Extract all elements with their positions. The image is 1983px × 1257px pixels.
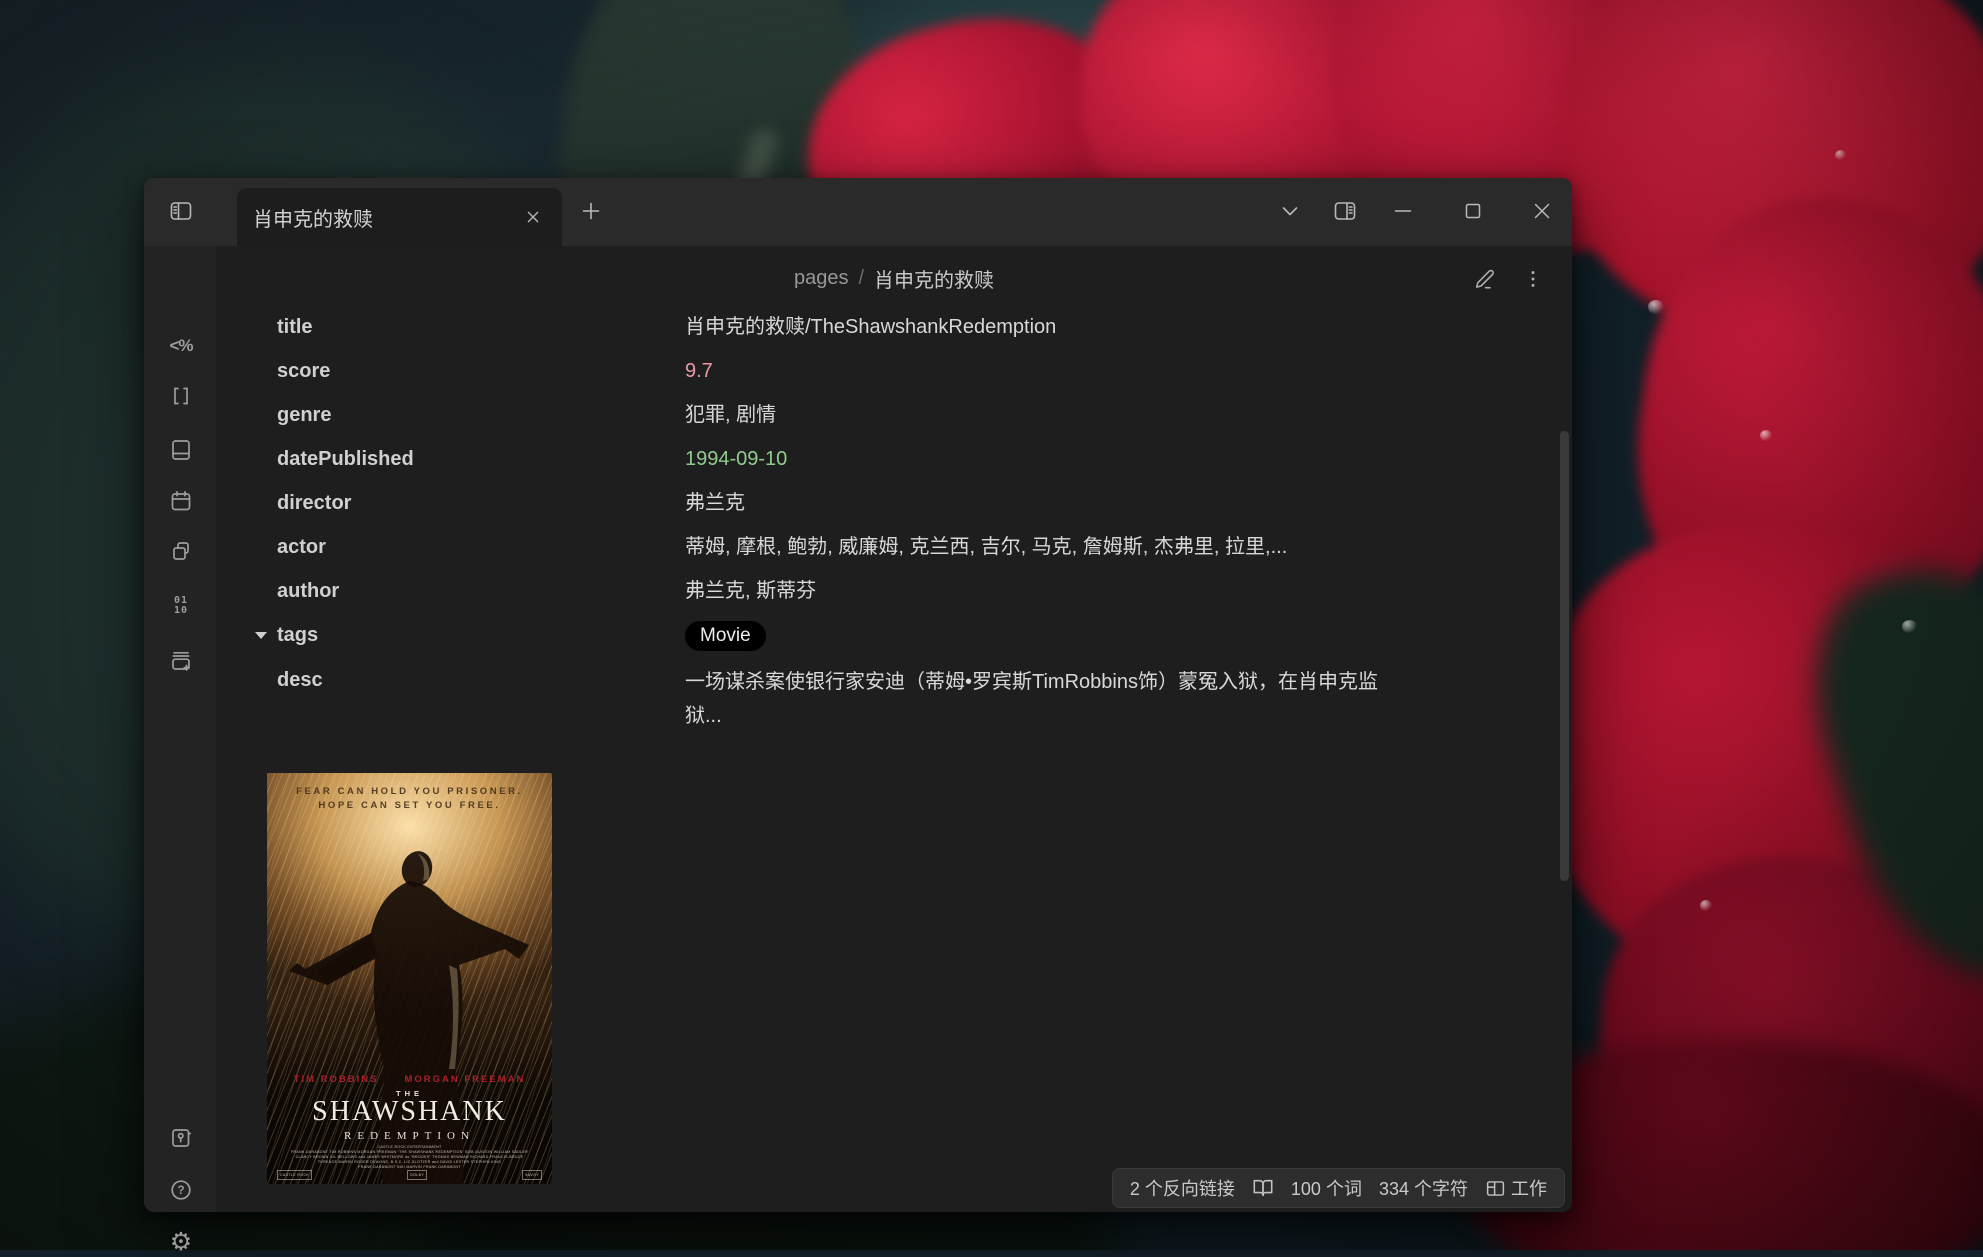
attr-value-score[interactable]: 9.7 bbox=[685, 356, 1391, 386]
chevron-down-icon[interactable] bbox=[1278, 199, 1302, 223]
breadcrumb-root[interactable]: pages bbox=[794, 267, 849, 290]
char-count: 334 个字符 bbox=[1379, 1175, 1468, 1201]
poster-credits: CASTLE ROCK ENTERTAINMENT FRANK DARABONT… bbox=[275, 1145, 544, 1170]
close-window-icon[interactable] bbox=[1530, 199, 1554, 223]
add-card-icon[interactable] bbox=[169, 649, 193, 673]
minimize-icon[interactable] bbox=[1391, 199, 1415, 223]
dock-panel-icon[interactable] bbox=[1333, 199, 1357, 223]
left-dock: <% 01 10 bbox=[144, 246, 217, 1212]
status-bar: 2 个反向链接 100 个词 334 个字符 工作 bbox=[1112, 1168, 1565, 1208]
collapse-caret-icon[interactable] bbox=[255, 632, 267, 639]
app-window: 肖申克的救赎 bbox=[144, 178, 1572, 1212]
attr-key-actor: actor bbox=[277, 532, 685, 562]
edit-pencil-icon[interactable] bbox=[1473, 267, 1497, 291]
poster-actor-left: TIM ROBBINS bbox=[294, 1074, 379, 1085]
tag-pill-movie[interactable]: Movie bbox=[685, 621, 766, 651]
attr-value-desc[interactable]: 一场谋杀案使银行家安迪（蒂姆•罗宾斯TimRobbins饰）蒙冤入狱，在肖申克监… bbox=[685, 665, 1391, 733]
poster-tagline-2: HOPE CAN SET YOU FREE. bbox=[267, 800, 552, 811]
word-count: 100 个词 bbox=[1291, 1175, 1362, 1201]
breadcrumb-current[interactable]: 肖申克的救赎 bbox=[874, 264, 994, 293]
attr-value-actor[interactable]: 蒂姆, 摩根, 鲍勃, 威廉姆, 克兰西, 吉尔, 马克, 詹姆斯, 杰弗里, … bbox=[685, 532, 1391, 562]
binary-bottom: 10 bbox=[174, 606, 188, 616]
attr-key-score: score bbox=[277, 356, 685, 386]
poster-logo-left: CASTLE ROCK bbox=[277, 1170, 312, 1180]
doc-header: pages / 肖申克的救赎 bbox=[216, 256, 1572, 300]
more-kebab-icon[interactable] bbox=[1521, 267, 1545, 291]
attr-key-genre: genre bbox=[277, 400, 685, 430]
template-icon[interactable]: <% bbox=[169, 334, 193, 358]
tab-close-icon[interactable] bbox=[523, 207, 543, 227]
svg-text:?: ? bbox=[177, 1185, 184, 1197]
calendar-icon[interactable] bbox=[169, 489, 193, 513]
attr-key-director: director bbox=[277, 488, 685, 518]
poster-logo-mid: DOLBY bbox=[407, 1170, 427, 1180]
poster-logos: CASTLE ROCK DOLBY SAVOY bbox=[277, 1170, 542, 1180]
attr-value-title[interactable]: 肖申克的救赎/TheShawshankRedemption bbox=[685, 312, 1391, 342]
tab-shawshank[interactable]: 肖申克的救赎 bbox=[237, 188, 562, 246]
attr-key-title: title bbox=[277, 312, 685, 342]
book-open-icon[interactable] bbox=[1252, 1177, 1274, 1199]
new-tab-icon[interactable] bbox=[579, 199, 603, 223]
help-icon[interactable]: ? bbox=[169, 1178, 193, 1202]
brackets-icon[interactable] bbox=[169, 384, 193, 408]
binary-icon[interactable]: 01 10 bbox=[169, 594, 193, 618]
attribute-table: title 肖申克的救赎/TheShawshankRedemption scor… bbox=[277, 312, 1391, 733]
editor-area: pages / 肖申克的救赎 title 肖申克的救赎/TheShawshank… bbox=[216, 246, 1572, 1212]
attr-value-author[interactable]: 弗兰克, 斯蒂芬 bbox=[685, 576, 1391, 606]
attr-key-desc: desc bbox=[277, 665, 685, 733]
workspace-switcher[interactable]: 工作 bbox=[1485, 1175, 1547, 1201]
poster-actor-right: MORGAN FREEMAN bbox=[404, 1074, 525, 1085]
titlebar: 肖申克的救赎 bbox=[144, 178, 1572, 246]
backlinks-count[interactable]: 2 个反向链接 bbox=[1130, 1175, 1235, 1201]
scrollbar-thumb[interactable] bbox=[1560, 431, 1569, 881]
settings-gear-icon[interactable]: ⚙ bbox=[169, 1230, 193, 1254]
poster-logo-right: SAVOY bbox=[522, 1170, 542, 1180]
attr-value-genre[interactable]: 犯罪, 剧情 bbox=[685, 400, 1391, 430]
poster-title-sub: REDEMPTION bbox=[267, 1130, 552, 1142]
breadcrumb: pages / 肖申克的救赎 bbox=[216, 256, 1572, 300]
attr-key-author: author bbox=[277, 576, 685, 606]
workspace-icon bbox=[1485, 1178, 1506, 1199]
poster-actor-names: TIM ROBBINS MORGAN FREEMAN bbox=[267, 1074, 552, 1085]
copy-pages-icon[interactable] bbox=[169, 539, 193, 563]
attr-value-director[interactable]: 弗兰克 bbox=[685, 488, 1391, 518]
attr-value-datepublished[interactable]: 1994-09-10 bbox=[685, 444, 1391, 474]
safe-vault-icon[interactable] bbox=[169, 1126, 193, 1150]
attr-key-tags: tags bbox=[277, 620, 685, 651]
attr-key-datepublished: datePublished bbox=[277, 444, 685, 474]
sidebar-toggle-icon[interactable] bbox=[169, 199, 193, 223]
book-icon[interactable] bbox=[169, 438, 193, 462]
breadcrumb-separator: / bbox=[858, 267, 864, 290]
workspace-name: 工作 bbox=[1511, 1175, 1547, 1201]
poster-tagline-1: FEAR CAN HOLD YOU PRISONER. bbox=[267, 786, 552, 797]
attr-key-tags-label: tags bbox=[277, 624, 318, 646]
attr-value-tags: Movie bbox=[685, 620, 1391, 651]
maximize-icon[interactable] bbox=[1461, 199, 1485, 223]
poster-title-main: SHAWSHANK bbox=[267, 1096, 552, 1128]
movie-poster[interactable]: FEAR CAN HOLD YOU PRISONER. HOPE CAN SET… bbox=[267, 773, 552, 1184]
tab-title: 肖申克的救赎 bbox=[253, 188, 373, 246]
